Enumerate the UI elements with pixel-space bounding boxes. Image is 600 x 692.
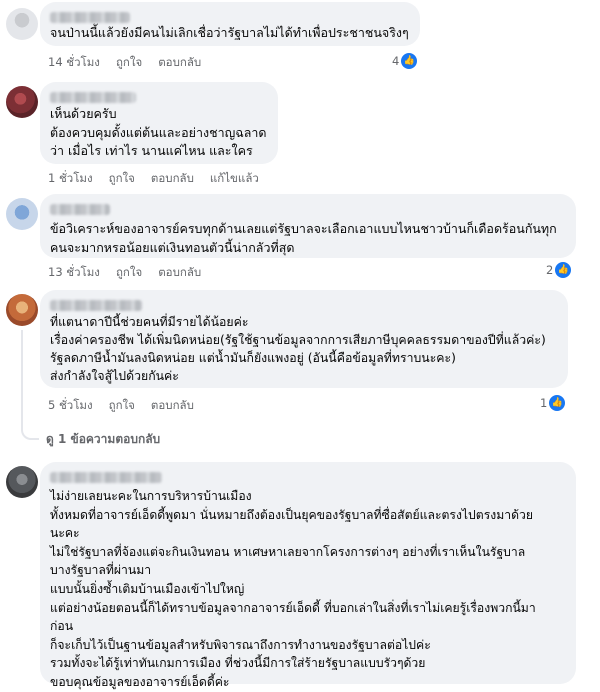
avatar[interactable] (6, 8, 38, 40)
comment-actions: 5 ชั่วโมง ถูกใจ ตอบกลับ (48, 397, 194, 415)
comment-text: จนป่านนี้แล้วยังมีคนไม่เลิกเชื่อว่ารัฐบา… (50, 25, 409, 40)
thumbs-up-icon: 👍 (401, 53, 418, 69)
thumbs-up-icon: 👍 (555, 262, 572, 278)
commenter-name-blurred[interactable] (50, 92, 136, 103)
comment-bubble: ที่แตนาดาปีนี้ช่วยคนที่มีรายได้น้อยค่ะ เ… (40, 290, 568, 388)
comment-text: เห็นด้วยครับ ต้องควบคุมดั้งแต่ต้นและอย่า… (50, 106, 267, 158)
comment-timestamp[interactable]: 1 ชั่วโมง (48, 170, 93, 188)
reply-button[interactable]: ตอบกลับ (158, 54, 201, 72)
comment-text: ข้อวิเคราะห์ของอาจารย์ครบทุกด้านเลยแต่รั… (50, 221, 557, 255)
reply-thread-line (21, 330, 39, 440)
avatar[interactable] (6, 466, 38, 498)
commenter-name-blurred[interactable] (50, 472, 162, 483)
comment-actions: 1 ชั่วโมง ถูกใจ ตอบกลับ แก้ไขแล้ว (48, 170, 259, 188)
reaction-count[interactable]: 1 👍 (540, 395, 566, 411)
commenter-name-blurred[interactable] (50, 12, 130, 23)
commenter-name-blurred[interactable] (50, 204, 110, 215)
comment-timestamp[interactable]: 13 ชั่วโมง (48, 264, 100, 282)
like-button[interactable]: ถูกใจ (109, 170, 135, 188)
like-button[interactable]: ถูกใจ (109, 397, 135, 415)
reaction-count[interactable]: 4 👍 (392, 53, 418, 69)
thumbs-up-icon: 👍 (549, 395, 566, 411)
commenter-name-blurred[interactable] (50, 300, 142, 311)
comment-text: ไม่ง่ายเลยนะคะในการบริหารบ้านเมือง ทั้งห… (50, 489, 536, 689)
comment-actions: 14 ชั่วโมง ถูกใจ ตอบกลับ (48, 54, 201, 72)
edited-label[interactable]: แก้ไขแล้ว (210, 170, 259, 188)
like-button[interactable]: ถูกใจ (116, 54, 142, 72)
comment-timestamp[interactable]: 14 ชั่วโมง (48, 54, 100, 72)
like-button[interactable]: ถูกใจ (116, 264, 142, 282)
comment-timestamp[interactable]: 5 ชั่วโมง (48, 397, 93, 415)
avatar[interactable] (6, 294, 38, 326)
comment-bubble: ไม่ง่ายเลยนะคะในการบริหารบ้านเมือง ทั้งห… (40, 462, 576, 689)
comment-bubble: เห็นด้วยครับ ต้องควบคุมดั้งแต่ต้นและอย่า… (40, 82, 278, 164)
comment-bubble: ข้อวิเคราะห์ของอาจารย์ครบทุกด้านเลยแต่รั… (40, 194, 576, 258)
reply-button[interactable]: ตอบกลับ (151, 170, 194, 188)
comment-text: ที่แตนาดาปีนี้ช่วยคนที่มีรายได้น้อยค่ะ เ… (50, 315, 546, 383)
view-replies-link[interactable]: ดู 1 ข้อความตอบกลับ (46, 430, 160, 449)
avatar[interactable] (6, 198, 38, 230)
comment-bubble: จนป่านนี้แล้วยังมีคนไม่เลิกเชื่อว่ารัฐบา… (40, 2, 420, 46)
avatar[interactable] (6, 86, 38, 118)
reply-button[interactable]: ตอบกลับ (151, 397, 194, 415)
reply-button[interactable]: ตอบกลับ (158, 264, 201, 282)
comment-actions: 13 ชั่วโมง ถูกใจ ตอบกลับ (48, 264, 201, 282)
reaction-count[interactable]: 2 👍 (546, 262, 572, 278)
